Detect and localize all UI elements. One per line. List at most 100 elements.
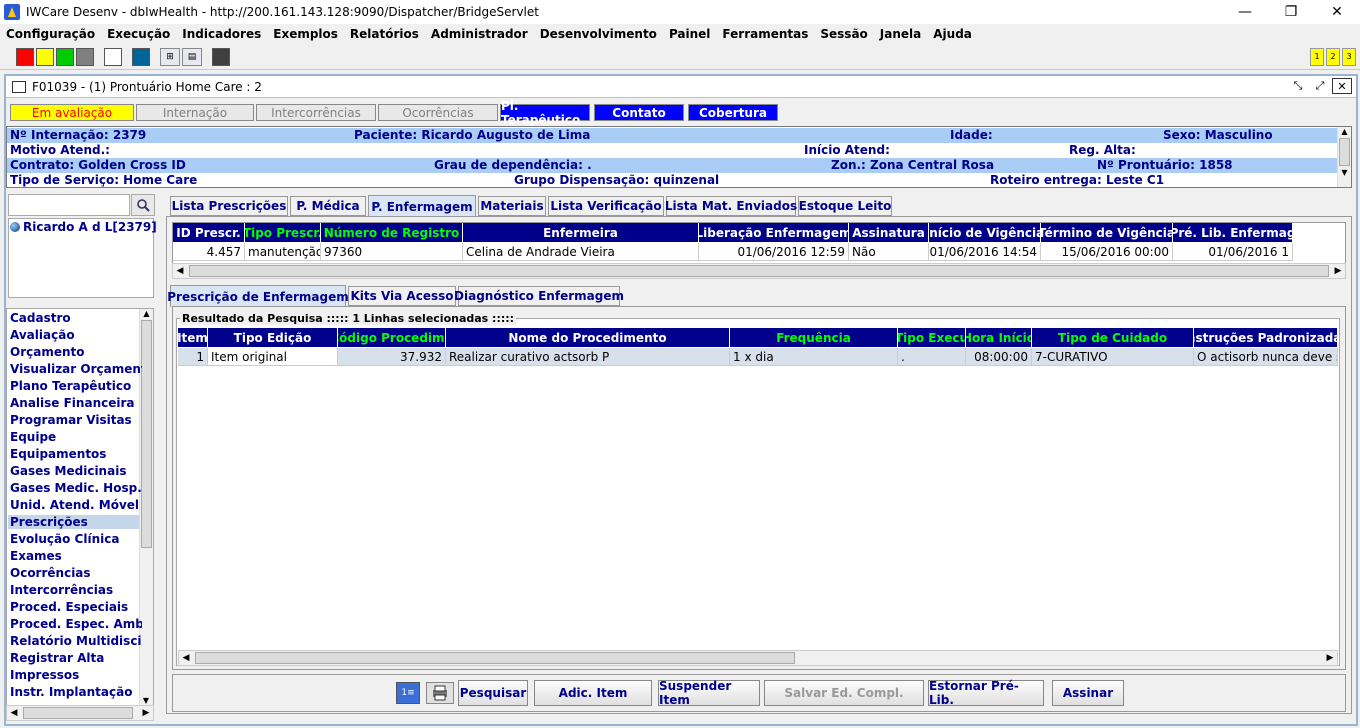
column-header[interactable]: Início de Vigência: [929, 223, 1041, 242]
window-switch-button[interactable]: 1: [1310, 47, 1324, 66]
table-cell[interactable]: 1: [178, 348, 208, 366]
action-button[interactable]: Salvar Ed. Compl.: [764, 680, 924, 706]
column-header[interactable]: Assinatura: [849, 223, 929, 242]
tab[interactable]: Lista Verificação: [548, 196, 664, 216]
frame-minimize-icon[interactable]: ⤡: [1288, 78, 1308, 94]
action-button[interactable]: Assinar: [1052, 680, 1124, 706]
nav-item[interactable]: Ocorrências: [10, 566, 142, 580]
nav-item[interactable]: Equipamentos: [10, 447, 142, 461]
nav-item[interactable]: Visualizar Orçamento: [10, 362, 142, 376]
nav-item[interactable]: Proced. Espec. Amb.: [10, 617, 142, 631]
nav-item[interactable]: Unid. Atend. Móvel: [10, 498, 142, 512]
info-scrollbar[interactable]: ▲ ▼: [1337, 127, 1351, 187]
table-cell[interactable]: 01/06/2016 14:54: [929, 243, 1041, 261]
color-swatch-button[interactable]: [132, 47, 150, 66]
nav-item[interactable]: Evolução Clínica: [10, 532, 142, 546]
column-header[interactable]: Pré. Lib. Enfermag: [1173, 223, 1293, 242]
search-button[interactable]: [131, 194, 155, 216]
color-swatch-button[interactable]: [104, 47, 122, 66]
nav-item[interactable]: Cadastro: [10, 311, 142, 325]
table-cell[interactable]: O actisorb nunca deve se...: [1194, 348, 1338, 366]
tab[interactable]: Lista Mat. Enviados: [665, 196, 797, 216]
tab[interactable]: P. Médica: [290, 196, 366, 216]
nav-item[interactable]: Proced. Especiais: [10, 600, 142, 614]
window-switch-button[interactable]: 2: [1326, 47, 1340, 66]
color-swatch-button[interactable]: [212, 47, 230, 66]
frame-close-icon[interactable]: ✕: [1332, 78, 1352, 94]
status-button[interactable]: Internação: [136, 104, 254, 121]
tree-view-icon[interactable]: ⊞: [160, 47, 180, 66]
column-header[interactable]: Tipo Execu: [898, 328, 966, 347]
menu-item[interactable]: Execução: [107, 27, 170, 41]
menu-item[interactable]: Ferramentas: [722, 27, 808, 41]
status-button[interactable]: Intercorrências: [256, 104, 376, 121]
nav-item[interactable]: Impressos: [10, 668, 142, 682]
nav-item[interactable]: Equipe: [10, 430, 142, 444]
table-cell[interactable]: 1 x dia: [730, 348, 898, 366]
color-swatch-button[interactable]: [36, 47, 54, 66]
action-button[interactable]: Pesquisar: [458, 680, 528, 706]
close-button[interactable]: ✕: [1314, 0, 1360, 24]
action-button[interactable]: Adic. Item: [534, 680, 652, 706]
column-header[interactable]: Instruções Padronizadas: [1194, 328, 1338, 347]
tab[interactable]: P. Enfermagem: [368, 195, 476, 217]
sub-tab[interactable]: Diagnóstico Enfermagem: [454, 286, 624, 306]
table-cell[interactable]: 01/06/2016 1: [1173, 243, 1293, 261]
action-button[interactable]: Suspender Item: [658, 679, 760, 707]
color-swatch-button[interactable]: [76, 47, 94, 66]
nav-item[interactable]: Registrar Alta: [10, 651, 142, 665]
status-button[interactable]: Ocorrências: [378, 104, 498, 121]
table-cell[interactable]: manutenção: [245, 243, 321, 261]
color-swatch-button[interactable]: [16, 47, 34, 66]
column-header[interactable]: Enfermeira: [463, 223, 699, 242]
nav-item[interactable]: Gases Medicinais: [10, 464, 142, 478]
table-cell[interactable]: 15/06/2016 00:00: [1041, 243, 1173, 261]
grid1-hscrollbar[interactable]: ◀ ▶: [172, 263, 1346, 279]
menu-item[interactable]: Exemplos: [273, 27, 338, 41]
status-button[interactable]: Cobertura: [688, 104, 778, 121]
patient-search-input[interactable]: [8, 194, 130, 216]
sub-tab[interactable]: Prescrição de Enfermagem: [167, 285, 349, 307]
column-header[interactable]: Término de Vigência: [1041, 223, 1173, 242]
action-button[interactable]: Estornar Pré-Lib.: [928, 679, 1044, 707]
column-header[interactable]: Tipo Edição: [208, 328, 338, 347]
menu-item[interactable]: Painel: [669, 27, 710, 41]
menu-item[interactable]: Janela: [880, 27, 921, 41]
menu-item[interactable]: Indicadores: [182, 27, 261, 41]
table-cell[interactable]: Celina de Andrade Vieira: [463, 243, 699, 261]
table-cell[interactable]: Não: [849, 243, 929, 261]
restore-button[interactable]: ❐: [1268, 0, 1314, 24]
table-cell[interactable]: Item original: [208, 348, 338, 366]
menu-item[interactable]: Sessão: [820, 27, 867, 41]
column-header[interactable]: Tipo Prescr.: [245, 223, 321, 242]
column-header[interactable]: Número de Registro: [321, 223, 463, 242]
patient-list-item[interactable]: Ricardo A d L[2379]: [10, 220, 157, 234]
nav-item[interactable]: Plano Terapêutico: [10, 379, 142, 393]
column-header[interactable]: ID Prescr.: [173, 223, 245, 242]
column-header[interactable]: Nome do Procedimento: [446, 328, 730, 347]
printer-icon[interactable]: [426, 682, 454, 704]
window-list-icon[interactable]: ▤: [182, 47, 202, 66]
nav-item[interactable]: Exames: [10, 549, 142, 563]
menu-item[interactable]: Ajuda: [933, 27, 972, 41]
nav-item[interactable]: Avaliação: [10, 328, 142, 342]
menu-item[interactable]: Desenvolvimento: [540, 27, 657, 41]
nav-item[interactable]: Relatório Multidisciplinar: [10, 634, 142, 648]
status-button[interactable]: Contato: [594, 104, 684, 121]
menu-item[interactable]: Relatórios: [350, 27, 419, 41]
table-cell[interactable]: 37.932: [338, 348, 446, 366]
table-cell[interactable]: 08:00:00: [966, 348, 1032, 366]
frame-maximize-icon[interactable]: ⤢: [1310, 78, 1330, 94]
column-header[interactable]: Hora Início: [966, 328, 1032, 347]
column-header[interactable]: Liberação Enfermagem: [699, 223, 849, 242]
grid2-hscrollbar[interactable]: ◀ ▶: [178, 650, 1338, 666]
menu-item[interactable]: Configuração: [6, 27, 95, 41]
table-cell[interactable]: 7-CURATIVO: [1032, 348, 1194, 366]
status-button[interactable]: Pl. Terapêutico: [500, 99, 590, 127]
nav-hscrollbar[interactable]: ◀ ▶: [6, 705, 154, 721]
tab[interactable]: Lista Prescrições: [170, 196, 288, 216]
column-header[interactable]: Tipo de Cuidado: [1032, 328, 1194, 347]
table-cell[interactable]: 01/06/2016 12:59: [699, 243, 849, 261]
column-header[interactable]: Item: [178, 328, 208, 347]
window-switch-button[interactable]: 3: [1342, 47, 1356, 66]
